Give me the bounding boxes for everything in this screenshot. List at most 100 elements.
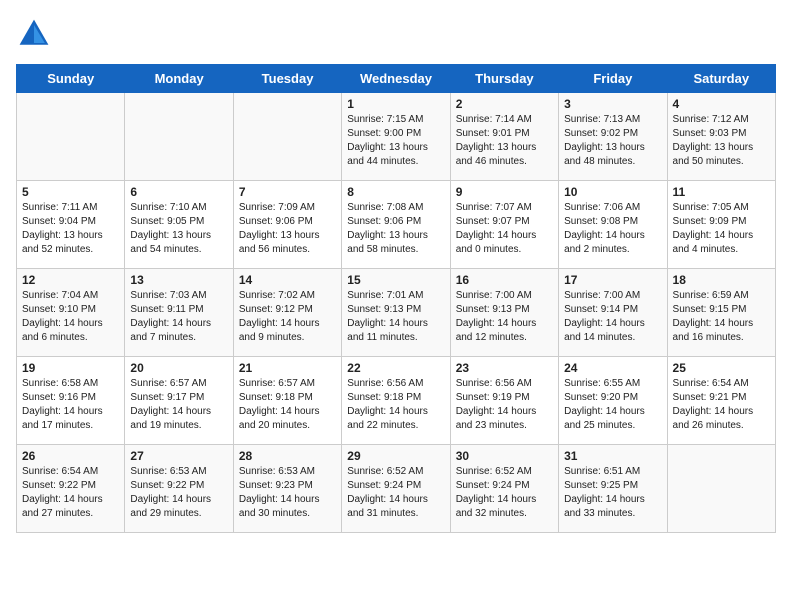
day-number: 29 <box>347 449 444 463</box>
day-number: 22 <box>347 361 444 375</box>
calendar-cell: 22 Sunrise: 6:56 AM Sunset: 9:18 PM Dayli… <box>342 357 450 445</box>
cell-info: Sunrise: 6:55 AM Sunset: 9:20 PM Dayligh… <box>564 377 661 433</box>
day-of-week-header: Tuesday <box>233 65 341 93</box>
calendar-cell: 28 Sunrise: 6:53 AM Sunset: 9:23 PM Dayli… <box>233 445 341 533</box>
day-number: 5 <box>22 185 119 199</box>
calendar-cell: 23 Sunrise: 6:56 AM Sunset: 9:19 PM Dayli… <box>450 357 558 445</box>
calendar-cell: 18 Sunrise: 6:59 AM Sunset: 9:15 PM Dayli… <box>667 269 775 357</box>
day-number: 30 <box>456 449 553 463</box>
cell-info: Sunrise: 7:04 AM Sunset: 9:10 PM Dayligh… <box>22 289 119 345</box>
day-number: 18 <box>673 273 770 287</box>
cell-info: Sunrise: 7:05 AM Sunset: 9:09 PM Dayligh… <box>673 201 770 257</box>
calendar-cell: 29 Sunrise: 6:52 AM Sunset: 9:24 PM Dayli… <box>342 445 450 533</box>
day-number: 16 <box>456 273 553 287</box>
cell-info: Sunrise: 6:57 AM Sunset: 9:17 PM Dayligh… <box>130 377 227 433</box>
cell-info: Sunrise: 6:59 AM Sunset: 9:15 PM Dayligh… <box>673 289 770 345</box>
calendar-cell: 2 Sunrise: 7:14 AM Sunset: 9:01 PM Daylig… <box>450 93 558 181</box>
day-number: 15 <box>347 273 444 287</box>
calendar-cell: 15 Sunrise: 7:01 AM Sunset: 9:13 PM Dayli… <box>342 269 450 357</box>
cell-info: Sunrise: 7:13 AM Sunset: 9:02 PM Dayligh… <box>564 113 661 169</box>
cell-info: Sunrise: 7:07 AM Sunset: 9:07 PM Dayligh… <box>456 201 553 257</box>
day-number: 8 <box>347 185 444 199</box>
cell-info: Sunrise: 7:06 AM Sunset: 9:08 PM Dayligh… <box>564 201 661 257</box>
calendar-cell: 19Sunrise: 6:58 AM Sunset: 9:16 PM Dayli… <box>17 357 125 445</box>
calendar-cell: 13 Sunrise: 7:03 AM Sunset: 9:11 PM Dayli… <box>125 269 233 357</box>
day-number: 20 <box>130 361 227 375</box>
cell-info: Sunrise: 7:09 AM Sunset: 9:06 PM Dayligh… <box>239 201 336 257</box>
day-number: 21 <box>239 361 336 375</box>
day-number: 1 <box>347 97 444 111</box>
day-number: 2 <box>456 97 553 111</box>
day-number: 13 <box>130 273 227 287</box>
cell-info: Sunrise: 7:10 AM Sunset: 9:05 PM Dayligh… <box>130 201 227 257</box>
day-number: 31 <box>564 449 661 463</box>
day-of-week-header: Thursday <box>450 65 558 93</box>
cell-info: Sunrise: 6:57 AM Sunset: 9:18 PM Dayligh… <box>239 377 336 433</box>
day-number: 25 <box>673 361 770 375</box>
calendar-cell: 24 Sunrise: 6:55 AM Sunset: 9:20 PM Dayli… <box>559 357 667 445</box>
calendar-cell: 10 Sunrise: 7:06 AM Sunset: 9:08 PM Dayli… <box>559 181 667 269</box>
calendar-header-row: SundayMondayTuesdayWednesdayThursdayFrid… <box>17 65 776 93</box>
calendar-cell: 27 Sunrise: 6:53 AM Sunset: 9:22 PM Dayli… <box>125 445 233 533</box>
cell-info: Sunrise: 7:14 AM Sunset: 9:01 PM Dayligh… <box>456 113 553 169</box>
calendar-cell: 16 Sunrise: 7:00 AM Sunset: 9:13 PM Dayli… <box>450 269 558 357</box>
day-number: 26 <box>22 449 119 463</box>
day-number: 28 <box>239 449 336 463</box>
calendar-cell: 4Sunrise: 7:12 AM Sunset: 9:03 PM Daylig… <box>667 93 775 181</box>
day-number: 23 <box>456 361 553 375</box>
day-number: 12 <box>22 273 119 287</box>
calendar-cell: 30 Sunrise: 6:52 AM Sunset: 9:24 PM Dayli… <box>450 445 558 533</box>
logo <box>16 16 56 52</box>
calendar-cell: 25 Sunrise: 6:54 AM Sunset: 9:21 PM Dayli… <box>667 357 775 445</box>
calendar-week-row: 26Sunrise: 6:54 AM Sunset: 9:22 PM Dayli… <box>17 445 776 533</box>
calendar-cell: 8 Sunrise: 7:08 AM Sunset: 9:06 PM Daylig… <box>342 181 450 269</box>
cell-info: Sunrise: 7:12 AM Sunset: 9:03 PM Dayligh… <box>673 113 770 169</box>
cell-info: Sunrise: 6:52 AM Sunset: 9:24 PM Dayligh… <box>456 465 553 521</box>
day-number: 9 <box>456 185 553 199</box>
day-of-week-header: Wednesday <box>342 65 450 93</box>
calendar-cell: 1Sunrise: 7:15 AM Sunset: 9:00 PM Daylig… <box>342 93 450 181</box>
calendar-table: SundayMondayTuesdayWednesdayThursdayFrid… <box>16 64 776 533</box>
day-number: 27 <box>130 449 227 463</box>
calendar-week-row: 19Sunrise: 6:58 AM Sunset: 9:16 PM Dayli… <box>17 357 776 445</box>
calendar-cell: 21 Sunrise: 6:57 AM Sunset: 9:18 PM Dayli… <box>233 357 341 445</box>
day-of-week-header: Saturday <box>667 65 775 93</box>
calendar-cell <box>233 93 341 181</box>
cell-info: Sunrise: 6:53 AM Sunset: 9:23 PM Dayligh… <box>239 465 336 521</box>
cell-info: Sunrise: 7:08 AM Sunset: 9:06 PM Dayligh… <box>347 201 444 257</box>
calendar-cell: 11Sunrise: 7:05 AM Sunset: 9:09 PM Dayli… <box>667 181 775 269</box>
cell-info: Sunrise: 7:00 AM Sunset: 9:14 PM Dayligh… <box>564 289 661 345</box>
calendar-cell <box>17 93 125 181</box>
day-of-week-header: Sunday <box>17 65 125 93</box>
calendar-cell <box>667 445 775 533</box>
calendar-cell: 20 Sunrise: 6:57 AM Sunset: 9:17 PM Dayli… <box>125 357 233 445</box>
cell-info: Sunrise: 7:11 AM Sunset: 9:04 PM Dayligh… <box>22 201 119 257</box>
cell-info: Sunrise: 7:00 AM Sunset: 9:13 PM Dayligh… <box>456 289 553 345</box>
day-number: 10 <box>564 185 661 199</box>
cell-info: Sunrise: 6:52 AM Sunset: 9:24 PM Dayligh… <box>347 465 444 521</box>
cell-info: Sunrise: 6:58 AM Sunset: 9:16 PM Dayligh… <box>22 377 119 433</box>
day-number: 17 <box>564 273 661 287</box>
calendar-cell: 7Sunrise: 7:09 AM Sunset: 9:06 PM Daylig… <box>233 181 341 269</box>
calendar-cell: 6Sunrise: 7:10 AM Sunset: 9:05 PM Daylig… <box>125 181 233 269</box>
calendar-week-row: 12 Sunrise: 7:04 AM Sunset: 9:10 PM Dayli… <box>17 269 776 357</box>
day-number: 3 <box>564 97 661 111</box>
cell-info: Sunrise: 7:01 AM Sunset: 9:13 PM Dayligh… <box>347 289 444 345</box>
calendar-cell: 31Sunrise: 6:51 AM Sunset: 9:25 PM Dayli… <box>559 445 667 533</box>
calendar-cell: 14 Sunrise: 7:02 AM Sunset: 9:12 PM Dayli… <box>233 269 341 357</box>
calendar-week-row: 5 Sunrise: 7:11 AM Sunset: 9:04 PM Daylig… <box>17 181 776 269</box>
calendar-week-row: 1Sunrise: 7:15 AM Sunset: 9:00 PM Daylig… <box>17 93 776 181</box>
page-header <box>16 16 776 52</box>
calendar-cell: 5 Sunrise: 7:11 AM Sunset: 9:04 PM Daylig… <box>17 181 125 269</box>
cell-info: Sunrise: 6:53 AM Sunset: 9:22 PM Dayligh… <box>130 465 227 521</box>
calendar-cell: 17 Sunrise: 7:00 AM Sunset: 9:14 PM Dayli… <box>559 269 667 357</box>
calendar-cell <box>125 93 233 181</box>
day-number: 14 <box>239 273 336 287</box>
day-number: 24 <box>564 361 661 375</box>
calendar-cell: 3 Sunrise: 7:13 AM Sunset: 9:02 PM Daylig… <box>559 93 667 181</box>
cell-info: Sunrise: 6:56 AM Sunset: 9:18 PM Dayligh… <box>347 377 444 433</box>
cell-info: Sunrise: 6:54 AM Sunset: 9:21 PM Dayligh… <box>673 377 770 433</box>
cell-info: Sunrise: 7:03 AM Sunset: 9:11 PM Dayligh… <box>130 289 227 345</box>
cell-info: Sunrise: 7:02 AM Sunset: 9:12 PM Dayligh… <box>239 289 336 345</box>
cell-info: Sunrise: 6:56 AM Sunset: 9:19 PM Dayligh… <box>456 377 553 433</box>
